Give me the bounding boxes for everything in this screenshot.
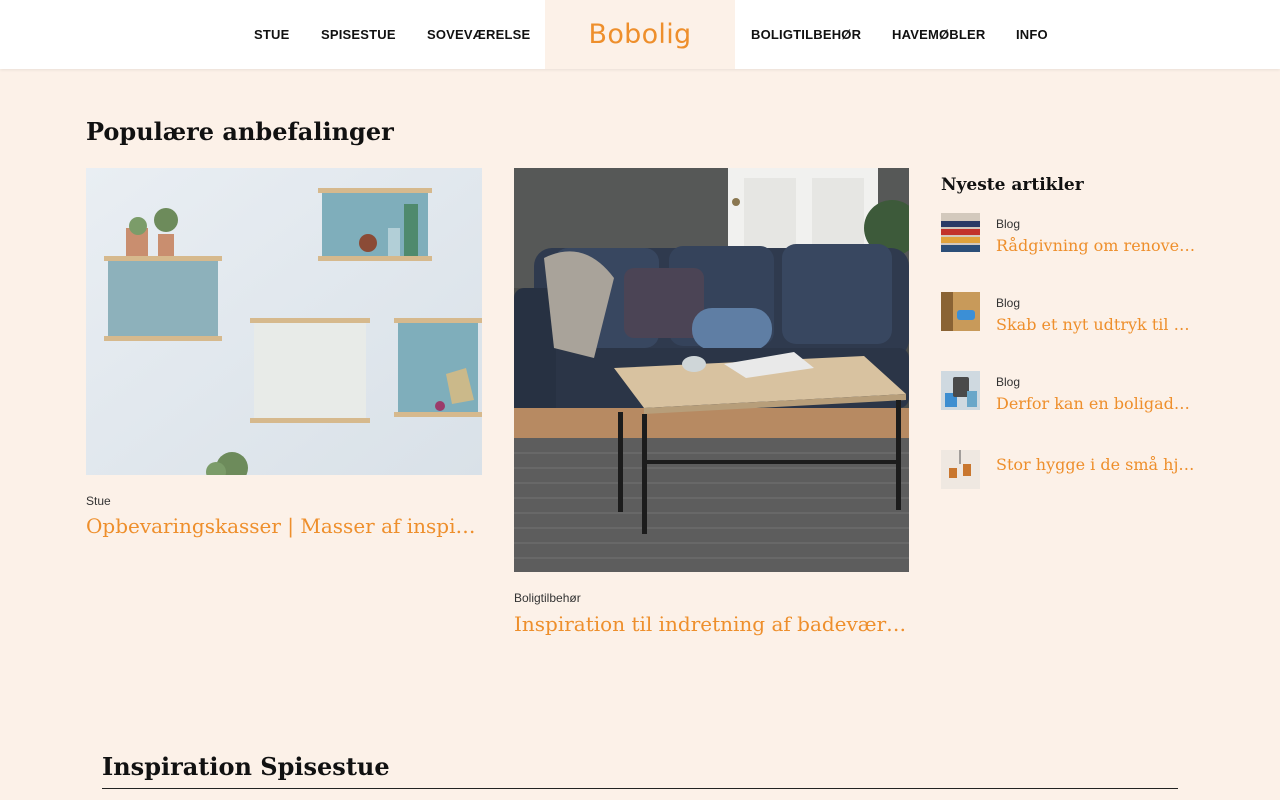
section-divider [102, 788, 1178, 789]
article-thumbnail [941, 213, 980, 252]
latest-articles-heading: Nyeste artikler [941, 175, 1084, 195]
sofa-illustration [514, 168, 909, 572]
nav-havemoebler[interactable]: HAVEMØBLER [892, 27, 985, 42]
nav-stue[interactable]: STUE [254, 27, 289, 42]
card-title-link[interactable]: Opbevaringskasser | Masser af inspiratio… [86, 514, 480, 538]
card-image-sofa[interactable] [514, 168, 909, 572]
thumb-image [941, 292, 980, 331]
thumb-image [941, 450, 980, 489]
thumb-image [941, 371, 980, 410]
article-title-link[interactable]: Rådgivning om renovering [996, 236, 1196, 255]
logo-text: Bobolig [588, 19, 692, 50]
card-image-shelves[interactable] [86, 168, 482, 475]
popular-heading: Populære anbefalinger [86, 117, 394, 146]
article-title-link[interactable]: Skab et nyt udtryk til dit hjem [996, 315, 1196, 334]
article-category[interactable]: Blog [996, 296, 1020, 310]
card-category[interactable]: Boligtilbehør [514, 591, 581, 605]
nav-info[interactable]: INFO [1016, 27, 1048, 42]
article-title-link[interactable]: Derfor kan en boligadvokat [996, 394, 1196, 413]
nav-sovevaerelse[interactable]: SOVEVÆRELSE [427, 27, 530, 42]
latest-article-item[interactable]: Stor hygge i de små hjem [941, 450, 1201, 490]
nav-spisestue[interactable]: SPISESTUE [321, 27, 396, 42]
article-category[interactable]: Blog [996, 375, 1020, 389]
thumb-image [941, 213, 980, 252]
card-title-link[interactable]: Inspiration til indretning af badeværels… [514, 612, 914, 636]
site-logo[interactable]: Bobolig [545, 0, 735, 69]
nav-boligtilbehoer[interactable]: BOLIGTILBEHØR [751, 27, 861, 42]
latest-article-item[interactable]: Blog Skab et nyt udtryk til dit hjem [941, 292, 1201, 334]
latest-article-item[interactable]: Blog Rådgivning om renovering [941, 213, 1201, 255]
article-category[interactable]: Blog [996, 217, 1020, 231]
article-thumbnail [941, 450, 980, 489]
card-category[interactable]: Stue [86, 494, 111, 508]
shelves-illustration [86, 168, 482, 475]
latest-article-item[interactable]: Blog Derfor kan en boligadvokat [941, 371, 1201, 413]
article-thumbnail [941, 292, 980, 331]
section-heading-spisestue: Inspiration Spisestue [102, 752, 390, 781]
article-title-link[interactable]: Stor hygge i de små hjem [996, 455, 1196, 474]
article-thumbnail [941, 371, 980, 410]
site-header: STUE SPISESTUE SOVEVÆRELSE Bobolig BOLIG… [0, 0, 1280, 69]
